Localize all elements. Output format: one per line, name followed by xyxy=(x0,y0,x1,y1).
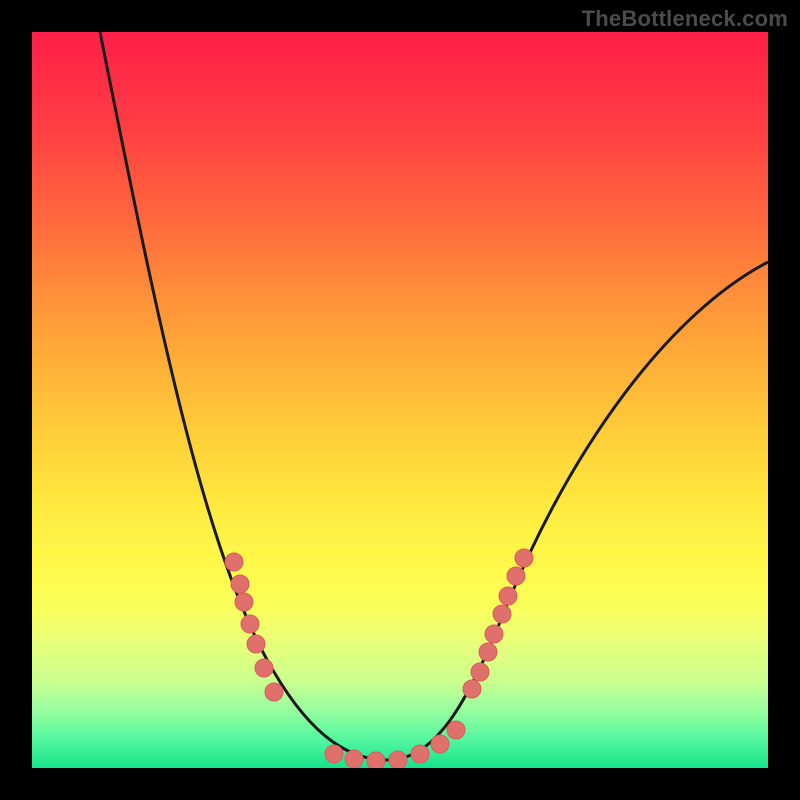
chart-svg xyxy=(32,32,768,768)
marker-right xyxy=(515,549,533,567)
marker-right xyxy=(463,680,481,698)
marker-bottom xyxy=(325,745,343,763)
marker-bottom xyxy=(367,752,385,768)
marker-right xyxy=(493,605,511,623)
marker-bottom xyxy=(447,721,465,739)
bottleneck-curve xyxy=(96,32,768,760)
marker-right xyxy=(471,663,489,681)
marker-layer xyxy=(225,549,533,768)
marker-right xyxy=(485,625,503,643)
marker-left xyxy=(225,553,243,571)
outer-frame: TheBottleneck.com xyxy=(0,0,800,800)
plot-area xyxy=(32,32,768,768)
marker-bottom xyxy=(345,750,363,768)
marker-bottom xyxy=(411,745,429,763)
marker-left xyxy=(255,659,273,677)
marker-left xyxy=(241,615,259,633)
marker-left xyxy=(231,575,249,593)
marker-left xyxy=(247,635,265,653)
marker-bottom xyxy=(389,751,407,768)
marker-right xyxy=(479,643,497,661)
marker-left xyxy=(265,683,283,701)
marker-right xyxy=(499,587,517,605)
watermark-text: TheBottleneck.com xyxy=(582,6,788,32)
marker-right xyxy=(507,567,525,585)
marker-bottom xyxy=(431,735,449,753)
marker-left xyxy=(235,593,253,611)
